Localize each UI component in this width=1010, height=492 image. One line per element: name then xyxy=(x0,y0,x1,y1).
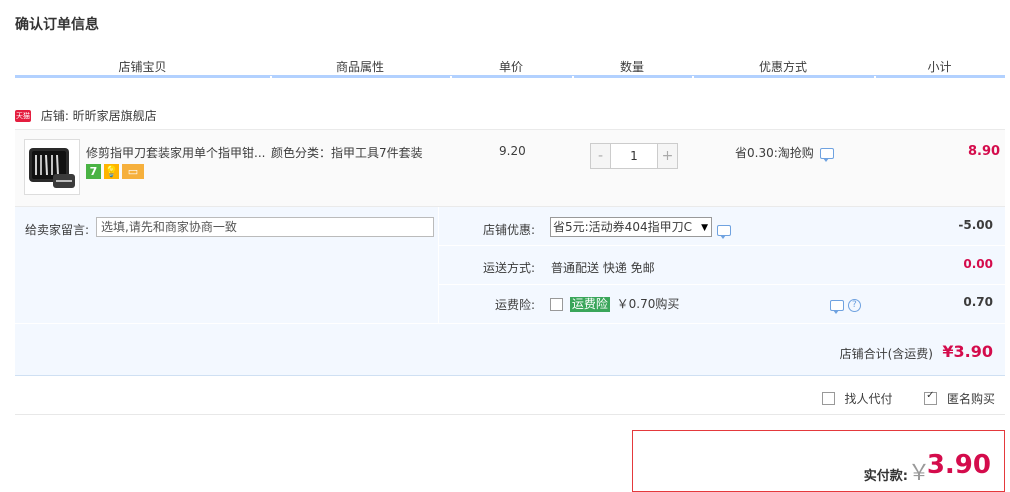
column-header-unit-price: 单价 xyxy=(498,60,523,74)
anonymous-checkbox[interactable] xyxy=(924,390,938,405)
insurance-checkbox[interactable] xyxy=(550,298,563,311)
payment-summary: 实付款: ￥ 3.90 xyxy=(632,430,1005,492)
memo-label: 给卖家留言: xyxy=(25,223,90,237)
shipping-amount: 0.00 xyxy=(963,257,993,271)
item-subtotal: 8.90 xyxy=(968,144,1001,159)
chat-icon[interactable] xyxy=(819,148,834,162)
order-details-panel: 给卖家留言: 店铺优惠: 省5元:活动券404指甲刀C ▼ -5.00 运送方式… xyxy=(15,207,1005,376)
dropdown-arrow-icon: ▼ xyxy=(701,223,708,233)
quantity-input[interactable] xyxy=(611,144,657,168)
shop-total-label: 店铺合计(含运费) xyxy=(839,347,933,361)
column-separator xyxy=(450,76,452,79)
shop-discount-amount: -5.00 xyxy=(958,218,993,232)
insurance-help: ? xyxy=(830,298,861,314)
seven-day-return-icon[interactable]: 7 xyxy=(86,164,101,179)
insurance-price: ￥0.70购买 xyxy=(616,297,680,311)
column-header-shop-item: 店铺宝贝 xyxy=(118,60,167,74)
seller-message-input[interactable] xyxy=(96,217,434,237)
insurance-amount: 0.70 xyxy=(963,295,993,309)
product-thumbnail[interactable] xyxy=(24,139,80,195)
shop-total-amount: ¥3.90 xyxy=(942,342,993,361)
chat-icon[interactable] xyxy=(830,300,844,314)
column-header-subtotal: 小计 xyxy=(927,60,952,74)
column-header-discount: 优惠方式 xyxy=(758,60,807,74)
pay-label: 实付款: xyxy=(863,469,908,484)
column-header-attributes: 商品属性 xyxy=(335,60,384,74)
shipping-label: 运送方式: xyxy=(482,261,535,275)
product-attribute: 颜色分类：指甲工具7件套装 xyxy=(271,146,423,160)
service-icons: 7 💡 ▭ xyxy=(86,164,147,180)
product-name-link[interactable]: 修剪指甲刀套装家用单个指甲钳... xyxy=(86,144,268,161)
column-separator xyxy=(572,76,574,79)
quantity-decrease-button[interactable]: - xyxy=(591,144,611,168)
help-icon[interactable]: ? xyxy=(847,299,861,312)
proxy-pay-checkbox[interactable] xyxy=(821,392,835,405)
insurance-badge: 运费险 xyxy=(569,297,610,312)
card-icon[interactable]: ▭ xyxy=(122,164,144,179)
proxy-pay-label[interactable]: 找人代付 xyxy=(844,392,892,406)
header-divider xyxy=(15,75,1005,78)
shipping-method: 普通配送 快递 免邮 xyxy=(551,261,655,275)
shop-name[interactable]: 店铺: 昕昕家居旗舰店 xyxy=(41,109,157,123)
bulb-icon[interactable]: 💡 xyxy=(104,164,119,179)
quantity-stepper: - + xyxy=(590,143,678,169)
shop-discount-select[interactable]: 省5元:活动券404指甲刀C ▼ xyxy=(550,217,712,237)
pay-amount: 3.90 xyxy=(926,450,991,480)
row-divider xyxy=(439,245,1005,246)
shop-discount-label: 店铺优惠: xyxy=(482,223,535,237)
shop-header: 天猫 店铺: 昕昕家居旗舰店 xyxy=(15,107,157,123)
page-title: 确认订单信息 xyxy=(15,17,99,33)
column-separator xyxy=(270,76,272,79)
order-item-row: 修剪指甲刀套装家用单个指甲钳... 7 💡 ▭ 颜色分类：指甲工具7件套装 9.20… xyxy=(15,129,1005,207)
unit-price: 9.20 xyxy=(499,144,526,158)
column-separator xyxy=(874,76,876,79)
payment-options: 找人代付 匿名购买 xyxy=(821,390,995,407)
promotion-text: 省0.30:淘抢购 xyxy=(735,146,814,160)
column-header-quantity: 数量 xyxy=(619,60,644,74)
insurance-option: 运费险 ￥0.70购买 xyxy=(550,295,679,312)
anonymous-label[interactable]: 匿名购买 xyxy=(947,392,995,406)
chat-icon[interactable] xyxy=(717,225,731,239)
quantity-increase-button[interactable]: + xyxy=(657,144,677,168)
row-divider xyxy=(15,323,1005,324)
tmall-icon: 天猫 xyxy=(15,109,31,122)
promotion: 省0.30:淘抢购 xyxy=(735,144,834,162)
divider xyxy=(15,414,1005,415)
shop-discount-selected: 省5元:活动券404指甲刀C xyxy=(553,220,692,234)
row-divider xyxy=(439,284,1005,285)
insurance-label: 运费险: xyxy=(494,298,535,312)
column-separator xyxy=(692,76,694,79)
